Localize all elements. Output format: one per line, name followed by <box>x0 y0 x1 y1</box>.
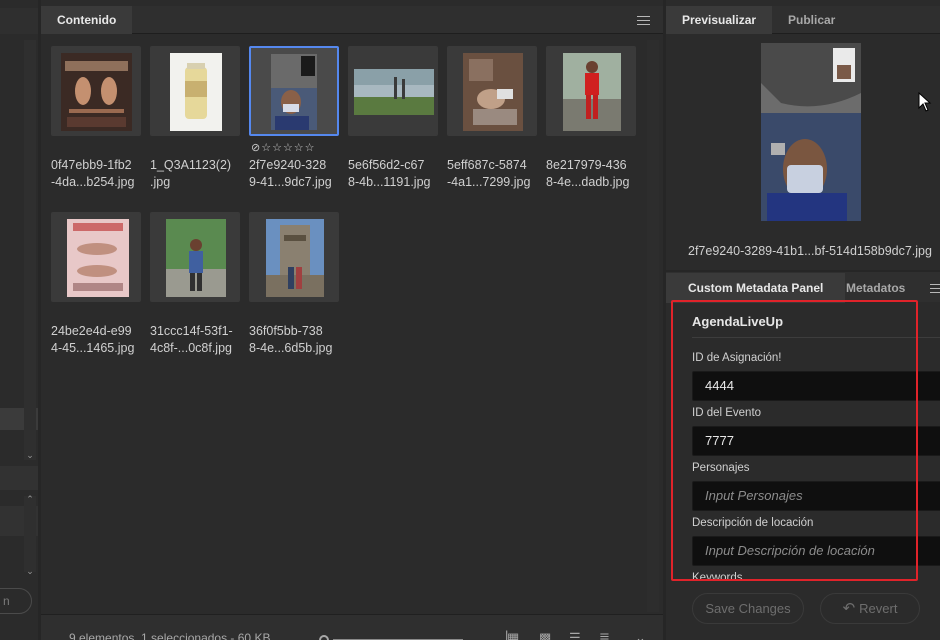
left-panel-scrollbar[interactable] <box>24 40 36 460</box>
tab-custom-metadata[interactable]: Custom Metadata Panel <box>666 273 846 303</box>
reject-icon[interactable]: ⊘ <box>251 142 261 154</box>
rating-stars[interactable]: ⊘☆☆☆☆☆ <box>251 141 316 154</box>
thumbnail-view-icon[interactable]: ▩ <box>539 631 555 640</box>
content-scrollbar[interactable] <box>647 40 659 612</box>
preview-panel: Previsualizar Publicar 2f7e9240-3289-41b… <box>666 0 940 270</box>
left-panel-scrollbar-2[interactable] <box>24 496 36 572</box>
thumbnail-label: 5eff687c-5874 -4a1...7299.jpg <box>447 158 531 189</box>
scroll-down-icon[interactable]: ⌄ <box>25 450 35 460</box>
thumbnail-image <box>271 54 317 130</box>
thumbnail-item-selected[interactable] <box>249 46 339 136</box>
thumbnail-label: 0f47ebb9-1fb2 -4da...b254.jpg <box>51 158 135 189</box>
thumbnail-image <box>266 219 324 297</box>
thumbnail-item[interactable] <box>546 46 636 136</box>
star-rating[interactable]: ☆☆☆☆☆ <box>261 142 315 154</box>
thumbnail-label: 31ccc14f-53f1- 4c8f-...0c8f.jpg <box>150 324 233 355</box>
thumbnail-item[interactable] <box>249 212 339 302</box>
thumbnail-item[interactable] <box>51 212 141 302</box>
revert-label: Revert <box>859 601 898 616</box>
thumbnail-item[interactable] <box>447 46 537 136</box>
thumbnail-image <box>67 219 129 297</box>
preview-filename: 2f7e9240-3289-41b1...bf-514d158b9dc7.jpg <box>688 244 932 258</box>
metadata-menu-icon[interactable] <box>930 284 940 294</box>
content-header: Contenido <box>41 6 663 34</box>
left-search-field[interactable]: n <box>0 588 32 614</box>
thumbnail-label: 1_Q3A1123(2) .jpg <box>150 158 232 189</box>
revert-button[interactable]: ↶ Revert <box>820 593 920 624</box>
left-search-text: n <box>3 594 10 608</box>
thumbnail-image <box>166 219 226 297</box>
thumbnail-label: 2f7e9240-328 9-41...9dc7.jpg <box>249 158 332 189</box>
tab-contenido[interactable]: Contenido <box>41 6 133 34</box>
tab-metadatos[interactable]: Metadatos <box>830 273 921 303</box>
scroll-down-icon-2[interactable]: ⌄ <box>25 566 35 576</box>
thumbnail-item[interactable] <box>150 46 240 136</box>
left-panel-subheader <box>0 466 38 490</box>
tab-previsualizar[interactable]: Previsualizar <box>666 6 773 34</box>
status-text: 9 elementos, 1 seleccionados - 60 KB <box>69 631 271 640</box>
grid-view-icon[interactable]: ▦ <box>507 631 523 640</box>
preview-image <box>761 43 861 221</box>
thumbnail-label: 24be2e4d-e99 4-45...1465.jpg <box>51 324 135 355</box>
thumbnail-item[interactable] <box>348 46 438 136</box>
scroll-up-icon[interactable]: ⌃ <box>25 494 35 504</box>
thumbnail-label: 8e217979-436 8-4e...dadb.jpg <box>546 158 630 189</box>
thumbnail-image <box>463 53 523 131</box>
thumbnail-item[interactable] <box>51 46 141 136</box>
thumbnail-item[interactable] <box>150 212 240 302</box>
thumbnail-image <box>170 53 222 131</box>
thumbnail-image <box>61 53 132 131</box>
metadata-header: Custom Metadata Panel Metadatos <box>666 272 940 303</box>
save-changes-button[interactable]: Save Changes <box>692 593 804 624</box>
thumbnail-label: 5e6f56d2-c67 8-4b...1191.jpg <box>348 158 431 189</box>
list-view-icon[interactable]: ☰ <box>569 631 585 640</box>
content-panel: Contenido ⊘☆☆☆☆☆ 0f47ebb9-1fb2 -4da...b2… <box>41 0 663 640</box>
thumbnail-image <box>563 53 621 131</box>
preview-header: Previsualizar Publicar <box>666 6 940 34</box>
left-panel: ⌄ ⌃ ⌄ n <box>0 0 38 640</box>
mouse-cursor-icon <box>918 92 932 112</box>
status-bar: 9 elementos, 1 seleccionados - 60 KB | ▦… <box>41 614 663 640</box>
panel-menu-icon[interactable] <box>637 16 650 26</box>
highlight-box <box>671 300 918 581</box>
zoom-icon <box>319 635 329 640</box>
view-menu-icon[interactable]: ⌄ <box>635 631 651 640</box>
revert-icon: ↶ <box>842 600 856 617</box>
thumbnail-image <box>354 69 434 115</box>
thumbnail-label: 36f0f5bb-738 8-4e...6d5b.jpg <box>249 324 333 355</box>
detail-view-icon[interactable]: ≣ <box>599 631 615 640</box>
tab-publicar[interactable]: Publicar <box>772 6 851 34</box>
left-panel-header <box>0 8 38 34</box>
